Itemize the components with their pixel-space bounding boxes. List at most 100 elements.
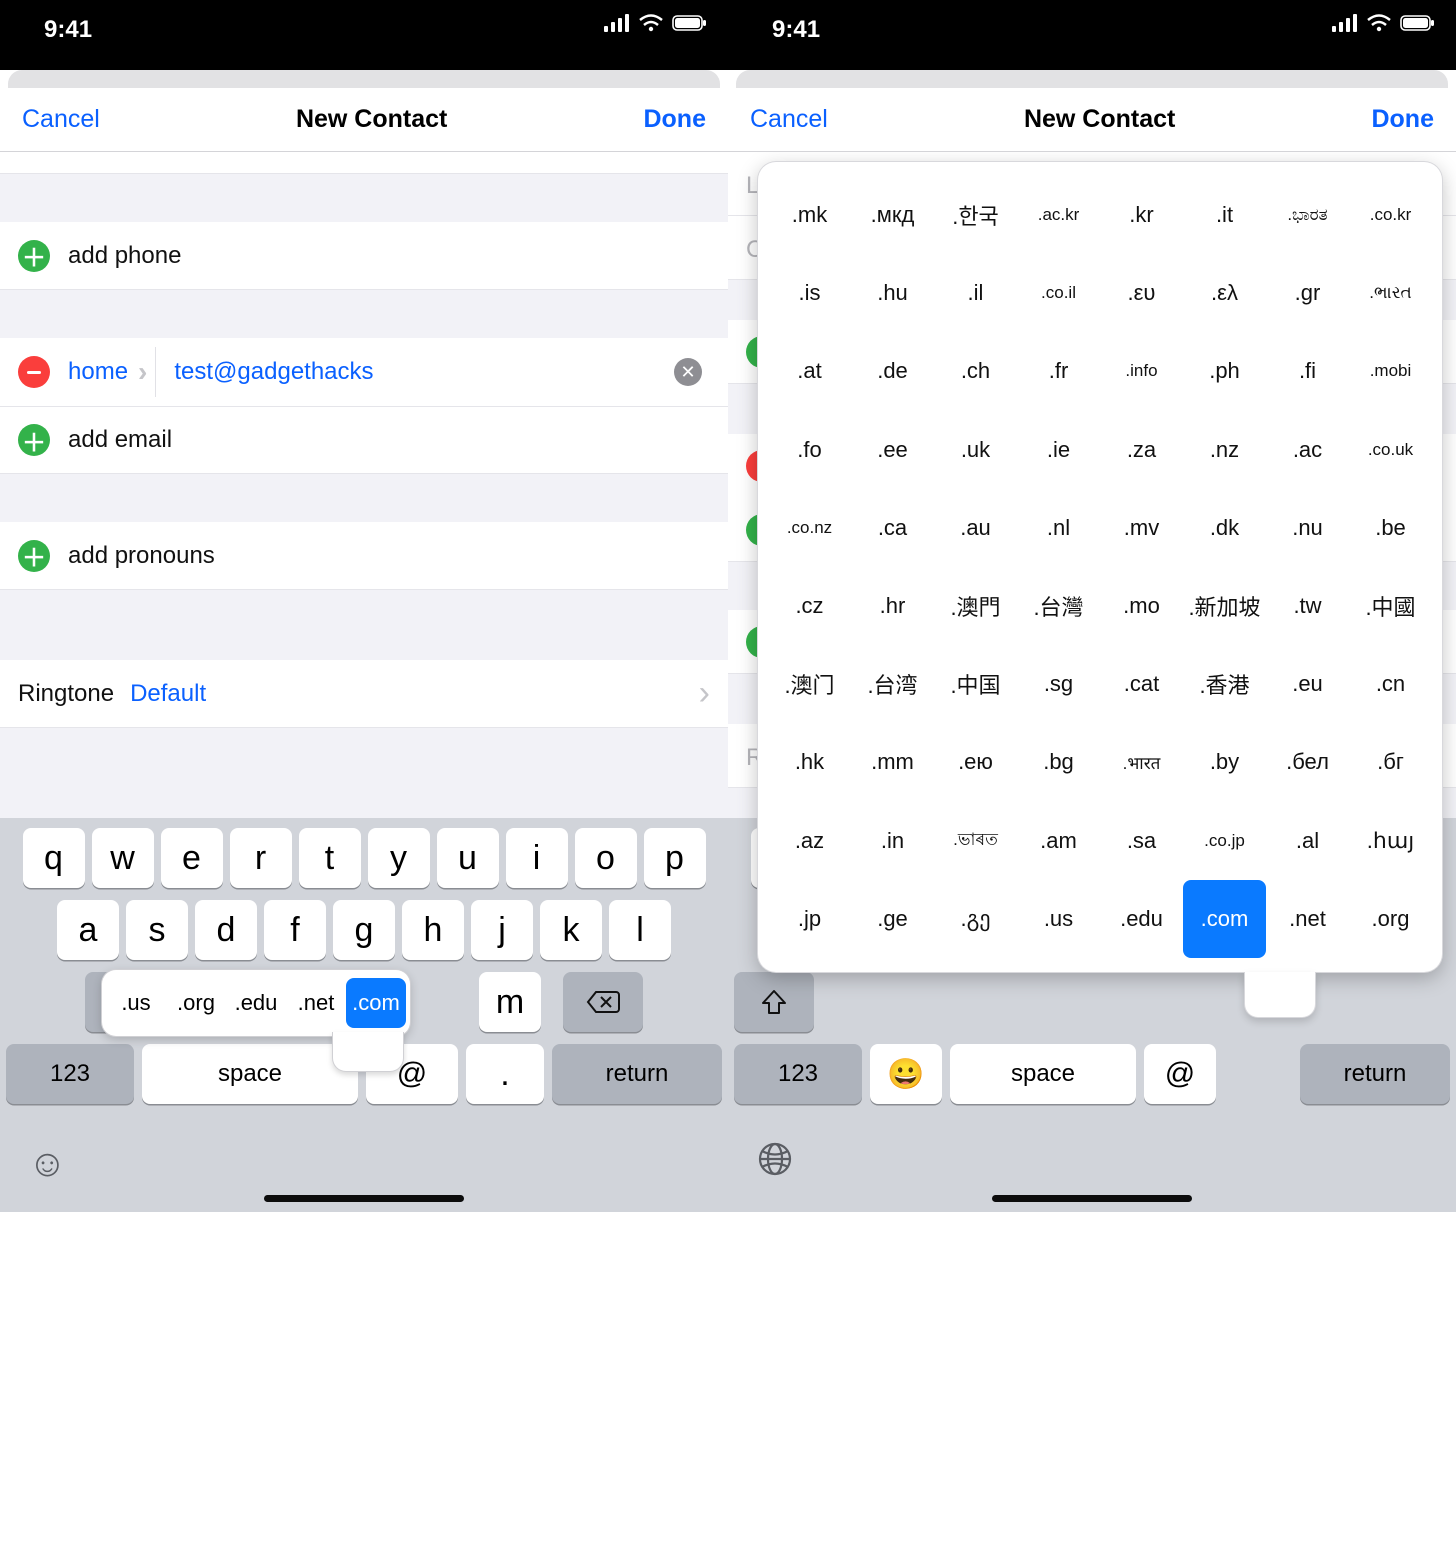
content-area[interactable]: L C R qwertyuiop asdfghjkl (728, 152, 1456, 1212)
tld-option[interactable]: .it (1183, 176, 1266, 254)
tld-option[interactable]: .co.uk (1349, 411, 1432, 489)
tld-option[interactable]: .ಭಾರತ (1266, 176, 1349, 254)
remove-icon[interactable] (18, 356, 50, 388)
tld-option[interactable]: .nl (1017, 489, 1100, 567)
tld-option[interactable]: .հայ (1349, 802, 1432, 880)
key-f[interactable]: f (264, 900, 326, 960)
tld-option[interactable]: .台灣 (1017, 567, 1100, 645)
sheet-grabber[interactable] (736, 70, 1448, 88)
numbers-key[interactable]: 123 (734, 1044, 862, 1104)
tld-option[interactable]: .co.nz (768, 489, 851, 567)
tld-option[interactable]: .eu (1266, 645, 1349, 723)
tld-option[interactable]: .fi (1266, 332, 1349, 410)
tld-option[interactable]: .mk (768, 176, 851, 254)
key-m[interactable]: m (479, 972, 541, 1032)
tld-option[interactable]: .ca (851, 489, 934, 567)
add-icon[interactable]: ＋ (18, 240, 50, 272)
return-key[interactable]: return (552, 1044, 722, 1104)
tld-option[interactable]: .hu (851, 254, 934, 332)
tld-option[interactable]: .at (768, 332, 851, 410)
tld-option[interactable]: .nu (1266, 489, 1349, 567)
tld-option[interactable]: .al (1266, 802, 1349, 880)
tld-option[interactable]: .भारत (1100, 723, 1183, 801)
tld-option[interactable]: .გე (934, 880, 1017, 958)
tld-option[interactable]: .ભારત (1349, 254, 1432, 332)
tld-option[interactable]: .ac.kr (1017, 176, 1100, 254)
content-area[interactable]: ＋ add phone home › test@gadgethacks ✕ ＋ … (0, 152, 728, 1212)
tld-option[interactable]: .бг (1349, 723, 1432, 801)
key-a[interactable]: a (57, 900, 119, 960)
add-icon[interactable]: ＋ (18, 424, 50, 456)
tld-option[interactable]: .mm (851, 723, 934, 801)
tld-option[interactable]: .sa (1100, 802, 1183, 880)
key-j[interactable]: j (471, 900, 533, 960)
tld-option[interactable]: .info (1100, 332, 1183, 410)
tld-option[interactable]: .mo (1100, 567, 1183, 645)
tld-option[interactable]: .be (1349, 489, 1432, 567)
key-l[interactable]: l (609, 900, 671, 960)
tld-option[interactable]: .com (346, 978, 406, 1028)
add-phone-row[interactable]: ＋ add phone (0, 222, 728, 290)
add-pronouns-row[interactable]: ＋ add pronouns (0, 522, 728, 590)
tld-option[interactable]: .dk (1183, 489, 1266, 567)
tld-option[interactable]: .cn (1349, 645, 1432, 723)
cancel-button[interactable]: Cancel (22, 105, 100, 134)
email-label-button[interactable]: home (68, 358, 138, 386)
tld-option[interactable]: .中国 (934, 645, 1017, 723)
tld-option[interactable]: .ph (1183, 332, 1266, 410)
tld-popup-large[interactable]: .mk.мкд.한국.ac.kr.kr.it.ಭಾರತ.co.kr.is.hu.… (758, 162, 1442, 972)
tld-option[interactable]: .au (934, 489, 1017, 567)
tld-option[interactable]: .tw (1266, 567, 1349, 645)
tld-option[interactable]: .ee (851, 411, 934, 489)
tld-option[interactable]: .am (1017, 802, 1100, 880)
email-input[interactable]: test@gadgethacks (174, 358, 674, 386)
tld-option[interactable]: .net (1266, 880, 1349, 958)
shift-key[interactable] (734, 972, 814, 1032)
sheet-grabber[interactable] (8, 70, 720, 88)
tld-option[interactable]: .is (768, 254, 851, 332)
tld-option[interactable]: .nz (1183, 411, 1266, 489)
done-button[interactable]: Done (643, 105, 706, 134)
tld-option[interactable]: .co.jp (1183, 802, 1266, 880)
tld-option[interactable]: .co.kr (1349, 176, 1432, 254)
tld-option[interactable]: .中國 (1349, 567, 1432, 645)
tld-option[interactable]: .kr (1100, 176, 1183, 254)
tld-option[interactable]: .bg (1017, 723, 1100, 801)
tld-option[interactable]: .net (286, 978, 346, 1028)
tld-option[interactable]: .mobi (1349, 332, 1432, 410)
tld-option[interactable]: .cat (1100, 645, 1183, 723)
tld-option[interactable]: .in (851, 802, 934, 880)
tld-option[interactable]: .org (166, 978, 226, 1028)
tld-option[interactable]: .za (1100, 411, 1183, 489)
key-r[interactable]: r (230, 828, 292, 888)
key-k[interactable]: k (540, 900, 602, 960)
tld-option[interactable]: .ελ (1183, 254, 1266, 332)
tld-option[interactable]: .hk (768, 723, 851, 801)
tld-option[interactable]: .ge (851, 880, 934, 958)
tld-option[interactable]: .台湾 (851, 645, 934, 723)
tld-option[interactable]: .az (768, 802, 851, 880)
tld-option[interactable]: .jp (768, 880, 851, 958)
home-indicator[interactable] (264, 1195, 464, 1202)
tld-option[interactable]: .ею (934, 723, 1017, 801)
cancel-button[interactable]: Cancel (750, 105, 828, 134)
tld-option[interactable]: .by (1183, 723, 1266, 801)
key-y[interactable]: y (368, 828, 430, 888)
key-t[interactable]: t (299, 828, 361, 888)
tld-option[interactable]: .ac (1266, 411, 1349, 489)
keyboard[interactable]: qwertyuiop asdfghjkl m 123 space (0, 818, 728, 1212)
key-h[interactable]: h (402, 900, 464, 960)
tld-option[interactable]: .澳门 (768, 645, 851, 723)
tld-option[interactable]: .澳門 (934, 567, 1017, 645)
key-q[interactable]: q (23, 828, 85, 888)
space-key[interactable]: space (950, 1044, 1136, 1104)
tld-option[interactable]: .uk (934, 411, 1017, 489)
at-key[interactable]: @ (1144, 1044, 1216, 1104)
tld-option[interactable]: .cz (768, 567, 851, 645)
key-d[interactable]: d (195, 900, 257, 960)
key-o[interactable]: o (575, 828, 637, 888)
key-s[interactable]: s (126, 900, 188, 960)
tld-option[interactable]: .hr (851, 567, 934, 645)
globe-icon[interactable] (756, 1140, 794, 1188)
space-key[interactable]: space (142, 1044, 358, 1104)
